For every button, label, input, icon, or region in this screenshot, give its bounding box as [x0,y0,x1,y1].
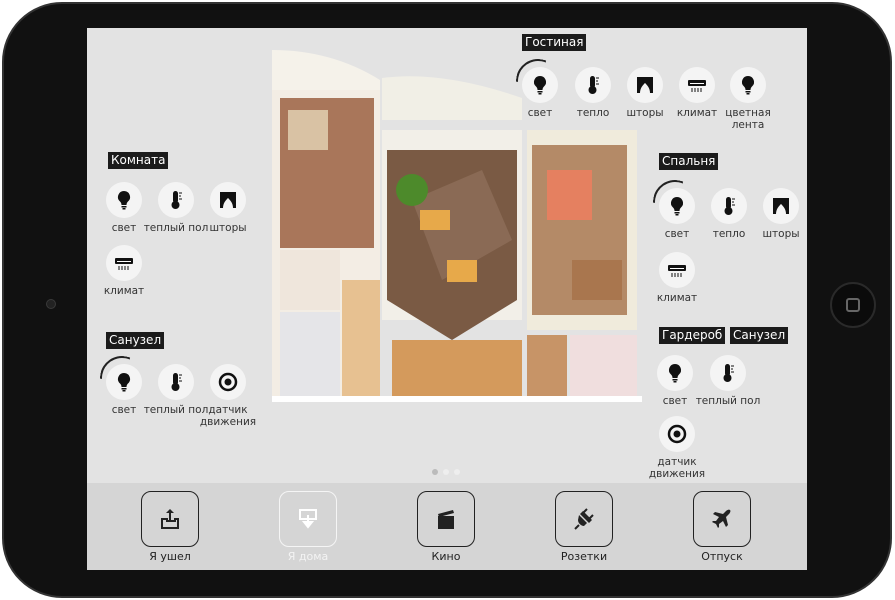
bulb-icon [114,372,134,392]
control-button-thermometer[interactable] [158,364,194,400]
room-label: Санузел [106,332,165,349]
thermometer-icon [718,363,738,383]
curtains-icon [218,190,238,210]
scene-label: Кино [431,550,461,563]
plug-icon [572,507,596,531]
air-conditioner-icon [687,75,707,95]
control-button-bulb[interactable] [657,355,693,391]
home-button[interactable] [830,282,876,328]
leave-home-icon [158,507,182,531]
control-label: датчик движения [199,404,257,428]
control-label: климат [103,285,145,297]
motion-sensor-icon [218,372,238,392]
scene-button[interactable] [141,491,199,547]
clapperboard-icon [434,507,458,531]
control-label: датчик движения [648,456,706,480]
scene-button[interactable] [279,491,337,547]
control-button-bulb[interactable] [659,188,695,224]
control-label: климат [656,292,698,304]
scene-button[interactable] [555,491,613,547]
curtains-icon [771,196,791,216]
thermometer-icon [583,75,603,95]
room-label: Спальня [659,153,719,170]
pagination-dots[interactable] [432,469,460,475]
room-label: Санузел [730,327,789,344]
control-button-thermometer[interactable] [711,188,747,224]
control-button-air-conditioner[interactable] [659,252,695,288]
control-button-bulb[interactable] [522,67,558,103]
control-button-air-conditioner[interactable] [106,245,142,281]
control-button-motion-sensor[interactable] [210,364,246,400]
scene-label: Отпуск [701,550,743,563]
control-label: теплый пол [695,395,761,407]
floor-plan-image [272,50,642,402]
curtains-icon [635,75,655,95]
room-label: Гостиная [522,34,587,51]
bulb-icon [738,75,758,95]
control-label: шторы [762,228,800,240]
camera [46,299,56,309]
bulb-icon [530,75,550,95]
thermometer-icon [166,372,186,392]
bulb-icon [114,190,134,210]
control-button-air-conditioner[interactable] [679,67,715,103]
thermometer-icon [166,190,186,210]
motion-sensor-icon [667,424,687,444]
control-button-motion-sensor[interactable] [659,416,695,452]
control-label: шторы [209,222,247,234]
room-label: Комната [108,152,169,169]
airplane-icon [710,507,734,531]
air-conditioner-icon [667,260,687,280]
bulb-icon [667,196,687,216]
scene-label: Розетки [560,550,608,563]
at-home-icon [296,507,320,531]
control-button-bulb[interactable] [106,364,142,400]
control-button-curtains[interactable] [763,188,799,224]
control-button-thermometer[interactable] [575,67,611,103]
scene-button[interactable] [693,491,751,547]
scene-button[interactable] [417,491,475,547]
scene-bar: Я ушел Я дома Кино Розетки Отпуск [87,483,807,570]
control-button-bulb[interactable] [106,182,142,218]
control-button-thermometer[interactable] [158,182,194,218]
control-button-curtains[interactable] [210,182,246,218]
screen: Я ушел Я дома Кино Розетки Отпуск Гостиная св… [87,28,807,570]
scene-label: Я ушел [149,550,191,563]
control-button-curtains[interactable] [627,67,663,103]
scene-label: Я дома [287,550,329,563]
control-button-thermometer[interactable] [710,355,746,391]
control-button-bulb[interactable] [730,67,766,103]
thermometer-icon [719,196,739,216]
air-conditioner-icon [114,253,134,273]
room-label: Гардероб [659,327,726,344]
control-label: цветная лента [725,107,771,131]
bulb-icon [665,363,685,383]
